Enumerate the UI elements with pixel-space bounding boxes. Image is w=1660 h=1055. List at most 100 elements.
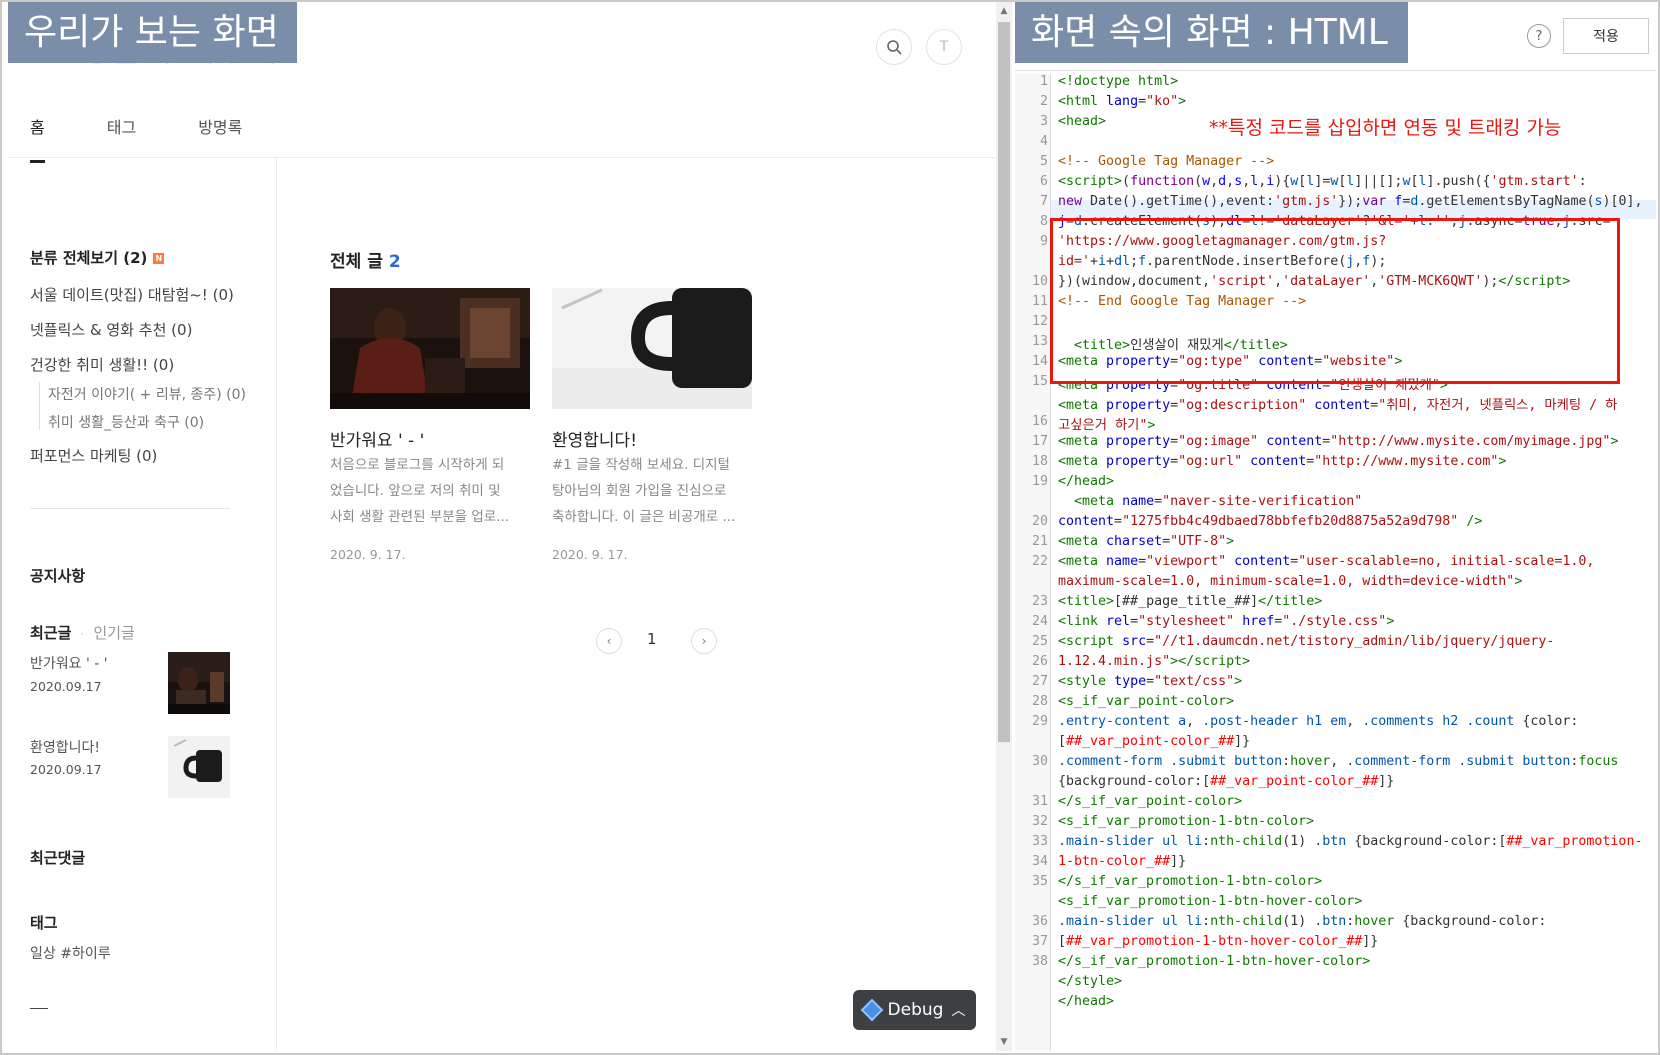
left-overlay-label: 우리가 보는 화면: [8, 2, 297, 64]
code-line: </s_if_var_point-color>: [1058, 794, 1243, 809]
help-icon[interactable]: ?: [1527, 24, 1551, 48]
line-number: 31: [1031, 794, 1048, 809]
line-number: 1: [1039, 74, 1048, 89]
subcategory-item[interactable]: 자전거 이야기( + 리뷰, 종주) (0): [48, 384, 246, 404]
line-number: 2: [1039, 94, 1048, 109]
line-number: 9: [1039, 234, 1048, 249]
preview-scrollbar[interactable]: ▲ ▼: [996, 2, 1012, 1051]
code-line: <script>(function(w,d,s,l,i){w[l]=w[l]||…: [1058, 174, 1587, 189]
code-line: <s_if_var_promotion-1-btn-color>: [1058, 814, 1315, 829]
line-number: 11: [1031, 294, 1048, 309]
all-posts-label: 전체 글: [330, 252, 383, 272]
tags-heading: 태그: [30, 914, 58, 932]
line-number: 19: [1031, 474, 1048, 489]
scroll-down-arrow-icon[interactable]: ▼: [998, 1036, 1010, 1048]
tab-separator: ·: [80, 627, 85, 641]
recent-post-title[interactable]: 환영합니다!: [30, 737, 100, 757]
recent-post-date: 2020.09.17: [30, 679, 102, 694]
code-line: <meta name="viewport" content="user-scal…: [1058, 554, 1595, 569]
code-line: </style>: [1058, 974, 1123, 989]
excerpt-line: 탕아님의 회원 가입을 진심으로: [552, 483, 727, 499]
code-line: <!doctype html>: [1058, 74, 1179, 89]
new-badge: N: [153, 253, 165, 264]
tab-recent-posts[interactable]: 최근글: [30, 624, 71, 642]
profile-button[interactable]: T: [926, 29, 962, 65]
line-number: 8: [1039, 214, 1048, 229]
code-line: <style type="text/css">: [1058, 674, 1243, 689]
code-line: </head>: [1058, 474, 1115, 489]
excerpt-line: 처음으로 블로그를 시작하게 되: [330, 457, 505, 473]
debug-button[interactable]: Debug ︿: [853, 990, 976, 1030]
line-number: 3: [1039, 114, 1048, 129]
post-thumbnail[interactable]: [330, 288, 530, 409]
line-number: 12: [1031, 314, 1048, 329]
debug-label: Debug: [887, 1000, 944, 1020]
dark-photo-thumbnail: [168, 652, 230, 714]
scrollbar-thumb[interactable]: [998, 22, 1010, 742]
code-line: new Date().getTime(),event:'gtm.js'});va…: [1058, 194, 1643, 209]
recent-post-title[interactable]: 반가워요 ' - ': [30, 653, 108, 673]
subcategory-line: [39, 382, 40, 430]
all-posts-heading: 전체 글2: [330, 247, 401, 272]
nav-divider: [8, 157, 1000, 158]
apply-button[interactable]: 적용: [1563, 18, 1649, 54]
line-number: 24: [1031, 614, 1048, 629]
tab-tags[interactable]: 태그: [107, 114, 136, 163]
line-number: 4: [1039, 134, 1048, 149]
tag-manager-icon: [860, 998, 883, 1022]
post-title[interactable]: 환영합니다!: [552, 426, 637, 451]
tab-home[interactable]: 홈: [30, 114, 45, 163]
scroll-up-arrow-icon[interactable]: ▲: [998, 5, 1010, 17]
post-excerpt: #1 글을 작성해 보세요. 디지털 탕아님의 회원 가입을 진심으로 축하합니…: [552, 452, 735, 530]
code-editor[interactable]: 1 2 3 4 5 6 7 8 9 10 11 12 13 14 15 16 17 18 19 20 21 22 23 24 2…: [1015, 74, 1656, 1051]
line-number: 35: [1031, 874, 1048, 889]
line-number: 37: [1031, 934, 1048, 949]
search-icon: [887, 40, 902, 55]
chevron-left-icon: ‹: [606, 634, 612, 648]
line-number: 15: [1031, 374, 1048, 389]
next-page-button[interactable]: ›: [691, 628, 717, 654]
line-number: 23: [1031, 594, 1048, 609]
code-line: <meta charset="UTF-8">: [1058, 534, 1235, 549]
tab-guestbook[interactable]: 방명록: [198, 114, 242, 163]
search-button[interactable]: [876, 29, 912, 65]
line-number: 14: [1031, 354, 1048, 369]
tab-popular-posts[interactable]: 인기글: [93, 624, 134, 642]
category-all-label: 분류 전체보기 (2): [30, 249, 148, 267]
annotation-note: **특정 코드를 삽입하면 연동 및 트래킹 가능: [1205, 113, 1566, 140]
code-line: <meta property="og:image" content="http:…: [1058, 434, 1619, 449]
subcategory-item[interactable]: 취미 생활_등산과 축구 (0): [48, 412, 204, 432]
blog-nav-tabs: 홈 태그 방명록: [30, 114, 304, 163]
post-title[interactable]: 반가워요 ' - ': [330, 426, 424, 451]
category-item[interactable]: 건강한 취미 생활!! (0): [30, 354, 174, 375]
category-all-link[interactable]: 분류 전체보기 (2) N: [30, 247, 165, 268]
category-item[interactable]: 서울 데이트(맛집) 대탐험~! (0): [30, 284, 234, 305]
line-number: 28: [1031, 694, 1048, 709]
code-line: <title>[##_page_title_##]</title>: [1058, 594, 1323, 609]
line-number: 32: [1031, 814, 1048, 829]
line-number: 38: [1031, 954, 1048, 969]
code-line: <meta property="og:description" content=…: [1058, 398, 1618, 413]
code-line: <link rel="stylesheet" href="./style.css…: [1058, 614, 1395, 629]
recent-post-thumbnail[interactable]: [168, 652, 230, 714]
category-item[interactable]: 퍼포먼스 마케팅 (0): [30, 445, 157, 466]
recent-post-thumbnail[interactable]: [168, 736, 230, 798]
post-thumbnail[interactable]: [552, 288, 752, 409]
code-line: <script src="//t1.daumcdn.net/tistory_ad…: [1058, 634, 1555, 649]
line-number: 5: [1039, 154, 1048, 169]
line-number: 10: [1031, 274, 1048, 289]
line-number: 20: [1031, 514, 1048, 529]
post-date: 2020. 9. 17.: [330, 547, 406, 562]
line-number: 33: [1031, 834, 1048, 849]
category-item[interactable]: 넷플릭스 & 영화 추천 (0): [30, 319, 192, 340]
code-line: .main-slider ul li:nth-child(1) .btn {ba…: [1058, 834, 1643, 849]
blog-preview-panel: 우리가 보는 화면 인생살이 재밌게 T 홈 태그 방명록 분류 전체보기 (2…: [8, 2, 1000, 1051]
prev-page-button[interactable]: ‹: [596, 628, 622, 654]
sidebar-separator: [30, 508, 230, 509]
code-line: 고싶은거 하기">: [1058, 418, 1156, 433]
current-page-number[interactable]: 1: [647, 630, 657, 648]
code-line: <s_if_var_promotion-1-btn-hover-color>: [1058, 894, 1363, 909]
code-line: <meta name="naver-site-verification": [1074, 494, 1363, 509]
tag-list[interactable]: 일상 #하이루: [30, 943, 111, 963]
chevron-right-icon: ›: [701, 634, 707, 648]
